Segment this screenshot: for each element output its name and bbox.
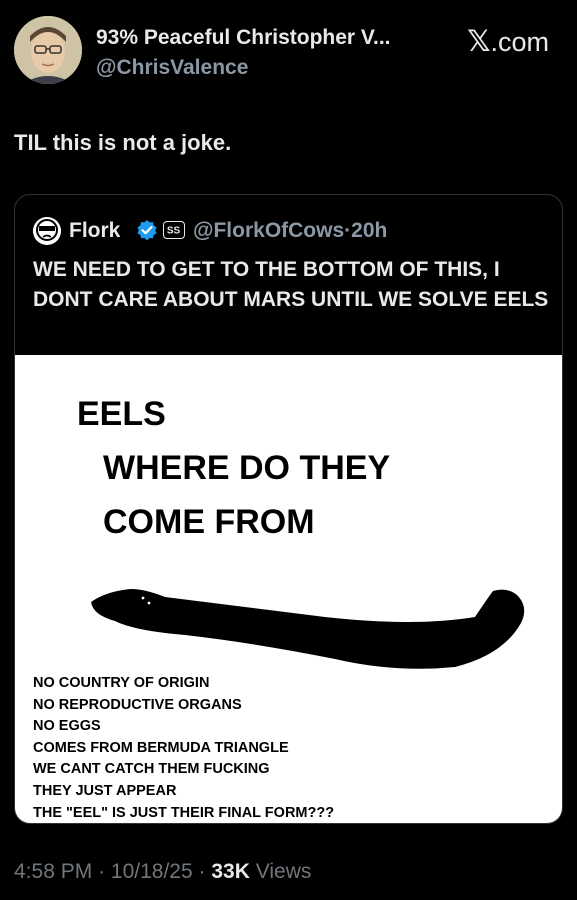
list-item: THEY JUST APPEAR [33, 782, 177, 799]
verified-badge-icon [137, 220, 157, 241]
eel-facts-list: NO COUNTRY OF ORIGIN NO REPRODUCTIVE ORG… [33, 673, 335, 823]
list-item: THE "EEL" IS JUST THEIR FINAL FORM??? [33, 804, 335, 821]
quoted-age: 20h [351, 219, 388, 242]
views-count: 33K [211, 860, 250, 883]
brand-domain: .com [490, 27, 549, 57]
quoted-tweet-text: WE NEED TO GET TO THE BOTTOM OF THIS, I … [33, 258, 549, 311]
quoted-handle[interactable]: @FlorkOfCows [193, 219, 344, 242]
x-logo-icon: 𝕏 [467, 26, 491, 58]
quoted-meta: @FlorkOfCows·20h [193, 219, 387, 243]
list-item: NO REPRODUCTIVE ORGANS [33, 696, 242, 713]
list-item: WE CANT CATCH THEM FUCKING [33, 761, 270, 778]
meta-separator: · [98, 860, 106, 883]
list-item: COMES FROM BERMUDA TRIANGLE [33, 739, 289, 756]
quoted-tweet-card[interactable]: Flork SS @FlorkOfCows·20h WE NEED TO GET… [14, 194, 563, 824]
list-item: NO EGGS [33, 718, 101, 735]
quoted-tweet-header: Flork SS @FlorkOfCows·20h [33, 215, 553, 245]
affiliate-badge-icon: SS [163, 221, 185, 239]
tweet-time[interactable]: 4:58 PM [14, 860, 92, 883]
quoted-display-name[interactable]: Flork [69, 219, 120, 243]
tweet-header: 93% Peaceful Christopher V... @ChrisVale… [14, 16, 563, 88]
quoted-image[interactable]: EELS WHERE DO THEY COME FROM NO COUNTRY … [15, 355, 562, 823]
views-label: Views [255, 860, 312, 883]
x-brand-logo: 𝕏.com [467, 24, 549, 59]
tweet-date[interactable]: 10/18/25 [111, 860, 193, 883]
list-item: NO COUNTRY OF ORIGIN [33, 675, 210, 691]
author-display-name[interactable]: 93% Peaceful Christopher V... [96, 26, 391, 50]
tweet-footer: 4:58 PM · 10/18/25 · 33K Views [14, 860, 311, 884]
author-handle[interactable]: @ChrisValence [96, 56, 248, 80]
meta-separator: · [198, 860, 206, 883]
svg-text:SS: SS [167, 226, 181, 237]
tweet-text: TIL this is not a joke. [14, 130, 232, 155]
avatar[interactable] [14, 16, 82, 84]
quoted-avatar[interactable] [33, 217, 61, 245]
